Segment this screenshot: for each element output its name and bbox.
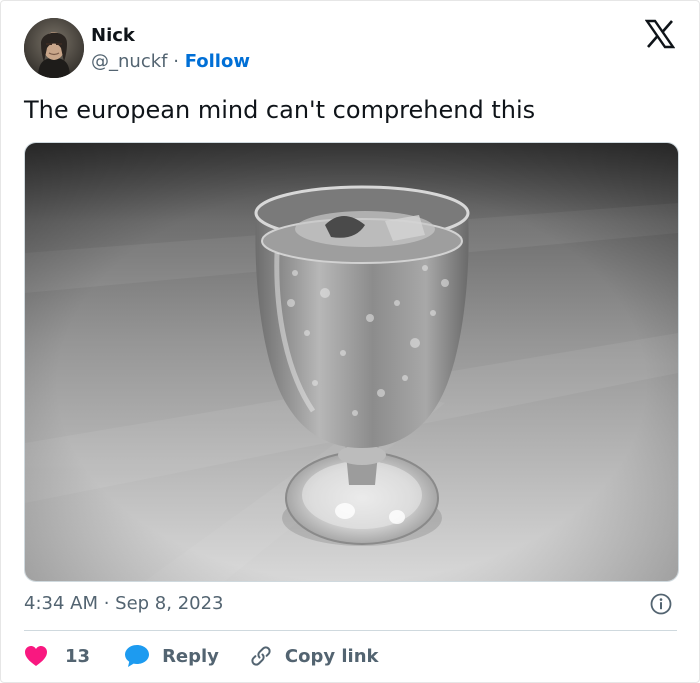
- tweet-actions: 13 Reply Copy link: [24, 641, 379, 671]
- divider: [24, 630, 677, 631]
- like-count: 13: [65, 645, 91, 667]
- avatar-image: [24, 18, 84, 78]
- author-handle-row: @_nuckf · Follow: [91, 51, 250, 72]
- author-name[interactable]: Nick: [91, 25, 135, 46]
- tweet-media-image[interactable]: [24, 142, 679, 582]
- x-logo-icon[interactable]: [644, 19, 676, 49]
- separator-dot: ·: [173, 51, 179, 72]
- copy-link-button[interactable]: Copy link: [249, 644, 379, 668]
- water-glass-photo: [25, 143, 678, 581]
- follow-button[interactable]: Follow: [185, 51, 250, 72]
- reply-button[interactable]: Reply: [124, 644, 249, 668]
- reply-label: Reply: [162, 645, 219, 667]
- tweet-card: Nick @_nuckf · Follow The european mind …: [0, 0, 700, 683]
- tweet-text: The european mind can't comprehend this: [24, 96, 536, 124]
- author-handle[interactable]: @_nuckf: [91, 51, 167, 72]
- avatar[interactable]: [24, 18, 84, 78]
- speech-bubble-icon: [124, 644, 150, 668]
- tweet-timestamp[interactable]: 4:34 AM · Sep 8, 2023: [24, 593, 224, 614]
- like-button[interactable]: 13: [24, 645, 124, 667]
- info-icon[interactable]: [650, 593, 672, 615]
- copy-link-label: Copy link: [284, 645, 379, 667]
- heart-icon: [24, 645, 48, 667]
- link-icon: [249, 644, 273, 668]
